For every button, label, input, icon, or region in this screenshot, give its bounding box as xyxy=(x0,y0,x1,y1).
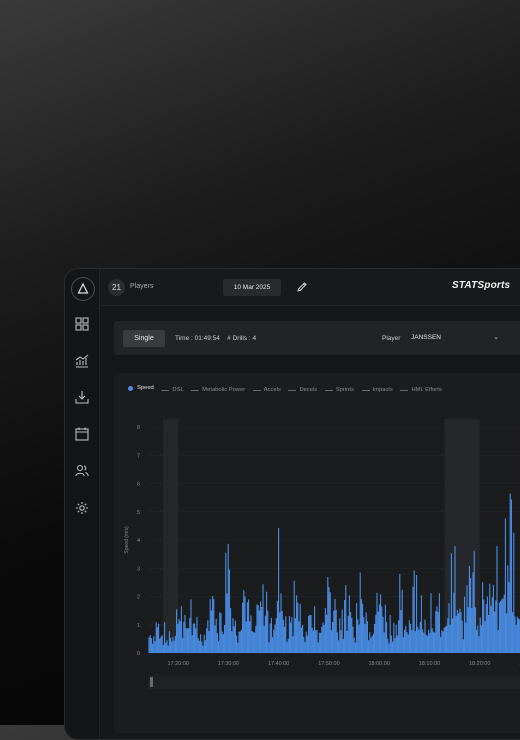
date-picker[interactable]: 10 Mar 2025 xyxy=(223,279,281,296)
y-tick-label-6: 6 xyxy=(137,482,140,488)
analytics-icon[interactable] xyxy=(73,352,91,370)
x-tick-label-2: 17:40:00 xyxy=(268,661,289,667)
session-time: Time : 01:49:54 xyxy=(175,335,220,342)
download-icon[interactable] xyxy=(73,388,91,406)
speed-chart: 0 1 2 3 4 5 6 7 8 Speed (m/s) 17:20:00 17:30:00 17:4… xyxy=(114,373,520,733)
drill-count: # Drills : 4 xyxy=(227,335,256,342)
drill-region-0 xyxy=(163,419,178,653)
x-tick-label-0: 17:20:00 xyxy=(167,661,188,667)
y-tick-label-2: 2 xyxy=(137,595,140,601)
calendar-icon[interactable] xyxy=(73,425,91,443)
y-tick-label-5: 5 xyxy=(137,510,140,516)
users-icon[interactable] xyxy=(73,462,91,480)
players-label: Players xyxy=(130,283,153,290)
app-window: 21 Players 10 Mar 2025 STATSports Single… xyxy=(64,268,520,740)
filter-bar: Single Time : 01:49:54 # Drills : 4 Play… xyxy=(114,321,520,355)
y-tick-label-4: 4 xyxy=(137,538,140,544)
brand-logo: STATSports xyxy=(452,280,510,291)
single-mode-button[interactable]: Single xyxy=(123,330,165,347)
y-tick-label-3: 3 xyxy=(137,566,140,572)
x-tick-label-6: 18:20:00 xyxy=(469,661,490,667)
x-tick-label-3: 17:50:00 xyxy=(318,661,339,667)
sidebar xyxy=(65,269,100,739)
player-select-value: JANSSEN xyxy=(411,334,441,341)
x-tick-label-5: 18:10:00 xyxy=(419,661,440,667)
x-tick-label-1: 17:30:00 xyxy=(218,661,239,667)
y-tick-label-7: 7 xyxy=(137,453,140,459)
session-time-info: Time : 01:49:54 # Drills : 4 xyxy=(175,335,256,342)
top-bar: 21 Players 10 Mar 2025 STATSports xyxy=(100,269,520,306)
chevron-down-icon: ⌄ xyxy=(493,333,499,341)
overview-handle xyxy=(150,677,153,687)
y-tick-label-0: 0 xyxy=(137,651,140,657)
logo-icon[interactable] xyxy=(71,277,95,301)
overview-strip xyxy=(148,675,520,689)
player-select[interactable]: JANSSEN ⌄ xyxy=(411,334,507,341)
settings-icon[interactable] xyxy=(73,499,91,517)
edit-pencil-icon[interactable] xyxy=(296,280,308,298)
player-label: Player xyxy=(382,335,400,342)
dashboard-icon[interactable] xyxy=(73,315,91,333)
y-tick-label-1: 1 xyxy=(137,623,140,629)
player-count-badge: 21 xyxy=(108,279,125,296)
y-tick-label-8: 8 xyxy=(137,425,140,431)
speed-chart-panel: Speed DSL Metabolic Power Accels Decels … xyxy=(114,373,520,733)
y-axis-label: Speed (m/s) xyxy=(124,526,130,554)
x-tick-label-4: 18:00:00 xyxy=(368,661,389,667)
